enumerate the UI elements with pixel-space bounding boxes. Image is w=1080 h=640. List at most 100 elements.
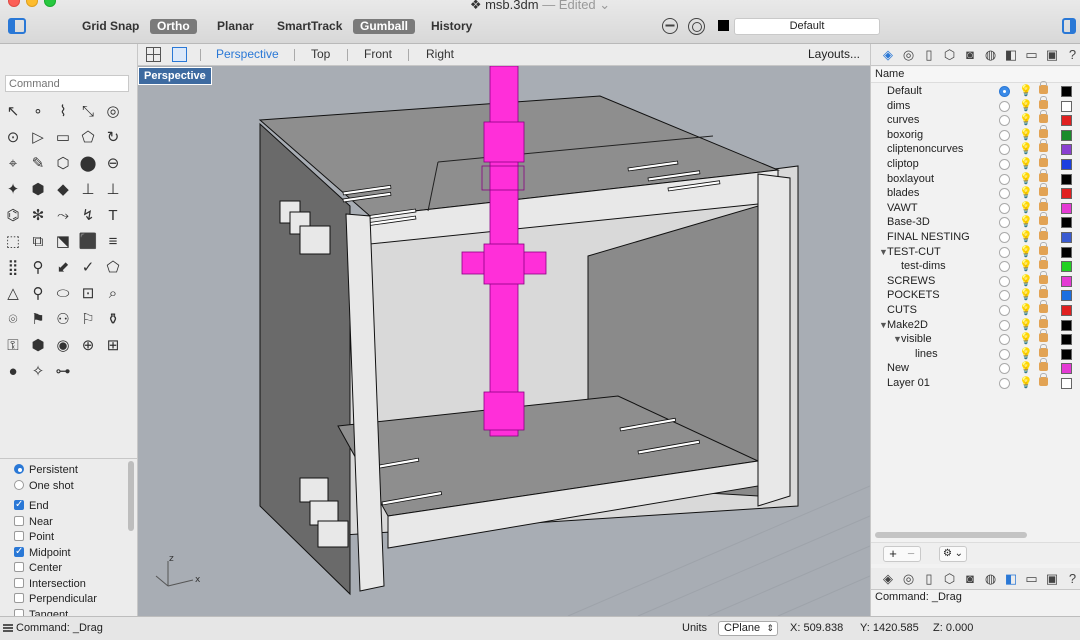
current-layer-radio[interactable] (999, 261, 1010, 273)
perspective-viewport[interactable]: x z Perspective (138, 66, 870, 616)
osnap-tangent[interactable]: Tangent (14, 608, 68, 616)
current-layer-radio[interactable] (999, 173, 1010, 185)
tool-icon[interactable]: ⊞ (103, 336, 123, 356)
tool-icon[interactable]: ✎ (28, 154, 48, 174)
layer-name[interactable]: CUTS (887, 303, 917, 317)
tool-icon[interactable]: ✦ (3, 180, 23, 200)
layer-color-swatch[interactable] (1061, 217, 1072, 229)
current-layer-radio[interactable] (999, 159, 1010, 170)
current-layer-radio[interactable] (999, 86, 1010, 97)
mode-history-button[interactable]: History (424, 19, 479, 34)
camera-icon[interactable]: ◙ (963, 48, 977, 62)
layer-name[interactable]: Base-3D (887, 215, 930, 229)
current-layer-radio[interactable] (999, 188, 1010, 200)
tool-icon[interactable]: ⊖ (103, 154, 123, 174)
layer-row[interactable]: POCKETS 💡 (871, 285, 1080, 303)
viewport-icon[interactable]: ▭ (1025, 572, 1039, 586)
tool-icon[interactable]: ⌾ (3, 310, 23, 330)
current-layer-select[interactable]: Default (734, 18, 880, 35)
camera-icon[interactable]: ◙ (963, 572, 977, 586)
tool-icon[interactable]: ⬡ (53, 154, 73, 174)
lightbulb-icon[interactable]: 💡 (1019, 157, 1033, 171)
osnap-near[interactable]: Near (14, 515, 53, 529)
tool-icon[interactable]: ✧ (28, 362, 48, 382)
layer-color-swatch[interactable] (1061, 86, 1072, 97)
tool-icon[interactable]: ⣿ (3, 258, 23, 278)
question-icon[interactable]: ? (1066, 572, 1080, 586)
tool-icon[interactable]: ⬠ (78, 128, 98, 148)
command-input[interactable] (5, 75, 129, 92)
checkbox[interactable] (14, 577, 24, 588)
lightbulb-icon[interactable]: 💡 (1019, 128, 1033, 142)
layer-name[interactable]: SCREWS (887, 274, 935, 288)
layer-row[interactable]: Layer 01 💡 (871, 373, 1080, 391)
tool-icon[interactable]: ⚱ (103, 310, 123, 330)
layer-color-swatch[interactable] (1061, 275, 1072, 287)
tool-icon[interactable]: ⌖ (3, 154, 23, 174)
tab-right[interactable]: Right (426, 47, 454, 61)
tool-icon[interactable]: ⬚ (3, 232, 23, 252)
display-icon[interactable]: ◍ (984, 48, 998, 62)
current-layer-radio[interactable] (999, 378, 1010, 389)
lightbulb-icon[interactable]: 💡 (1019, 288, 1033, 302)
layer-row[interactable]: ▼ Make2D 💡 (871, 314, 1080, 333)
tool-icon[interactable]: ⬢ (28, 336, 48, 356)
current-layer-radio[interactable] (999, 275, 1010, 287)
tool-icon[interactable]: ⬭ (53, 284, 73, 304)
object-icon[interactable]: ⬡ (943, 572, 957, 586)
layer-row[interactable]: lines 💡 (871, 343, 1080, 362)
materials-icon[interactable]: ◎ (902, 48, 916, 62)
tool-icon[interactable]: ∘ (28, 102, 48, 122)
layer-name[interactable]: FINAL NESTING (887, 230, 970, 244)
mode-planar-button[interactable]: Planar (210, 19, 261, 34)
lock-icon[interactable] (1039, 270, 1048, 284)
lock-icon[interactable] (1039, 183, 1048, 197)
tool-icon[interactable]: ⧉ (28, 232, 48, 252)
tool-icon[interactable]: ⬤ (78, 154, 98, 174)
tool-icon[interactable]: ⌇ (53, 102, 73, 122)
layer-name[interactable]: Make2D (887, 318, 928, 332)
tool-icon[interactable]: ↻ (103, 128, 123, 148)
edited-indicator[interactable]: — Edited ⌄ (542, 0, 610, 12)
tool-icon[interactable]: ⬢ (28, 180, 48, 200)
tool-icon[interactable]: ⚲ (28, 284, 48, 304)
layer-name[interactable]: POCKETS (887, 288, 940, 302)
tool-icon[interactable]: ⊙ (3, 128, 23, 148)
layer-name[interactable]: cliptenoncurves (887, 142, 963, 156)
materials-icon[interactable]: ◎ (902, 572, 916, 586)
help-icon[interactable]: ◧ (1004, 48, 1018, 62)
tool-icon[interactable]: ✓ (78, 258, 98, 278)
tool-icon[interactable]: ◆ (53, 180, 73, 200)
current-layer-radio[interactable] (999, 202, 1010, 214)
history-record-icon[interactable] (662, 18, 678, 34)
layer-row[interactable]: curves 💡 (871, 110, 1080, 128)
lock-icon[interactable] (1039, 358, 1048, 372)
tool-icon[interactable]: ◎ (103, 102, 123, 122)
osnap-scrollbar[interactable] (128, 461, 134, 531)
object-icon[interactable]: ⬡ (943, 48, 957, 62)
current-layer-radio[interactable] (999, 100, 1010, 112)
checkbox[interactable] (14, 498, 24, 512)
layer-name[interactable]: curves (887, 113, 919, 127)
lock-icon[interactable] (1039, 373, 1048, 386)
layer-row[interactable]: VAWT 💡 (871, 197, 1080, 216)
single-viewport-icon[interactable] (172, 47, 187, 62)
current-layer-radio[interactable] (999, 319, 1010, 331)
layer-row[interactable]: ▼ visible 💡 (871, 329, 1080, 347)
checkbox[interactable] (14, 545, 24, 559)
monitor-icon[interactable]: ▣ (1045, 572, 1059, 586)
layer-name[interactable]: boxorig (887, 128, 923, 142)
layer-name[interactable]: dims (887, 99, 910, 113)
layer-name[interactable]: New (887, 361, 909, 375)
layer-row[interactable]: cliptenoncurves 💡 (871, 139, 1080, 157)
tool-icon[interactable]: ⚿ (3, 336, 23, 356)
lock-icon[interactable] (1039, 110, 1048, 124)
layer-name[interactable]: cliptop (887, 157, 919, 171)
tool-icon[interactable]: ▭ (53, 128, 73, 148)
current-layer-radio[interactable] (999, 348, 1010, 360)
tool-icon[interactable]: ≡ (103, 232, 123, 252)
lightbulb-icon[interactable]: 💡 (1019, 172, 1033, 186)
lightbulb-icon[interactable]: 💡 (1019, 376, 1033, 390)
current-layer-radio[interactable] (999, 217, 1010, 229)
layer-list-scrollbar[interactable] (875, 532, 1027, 538)
